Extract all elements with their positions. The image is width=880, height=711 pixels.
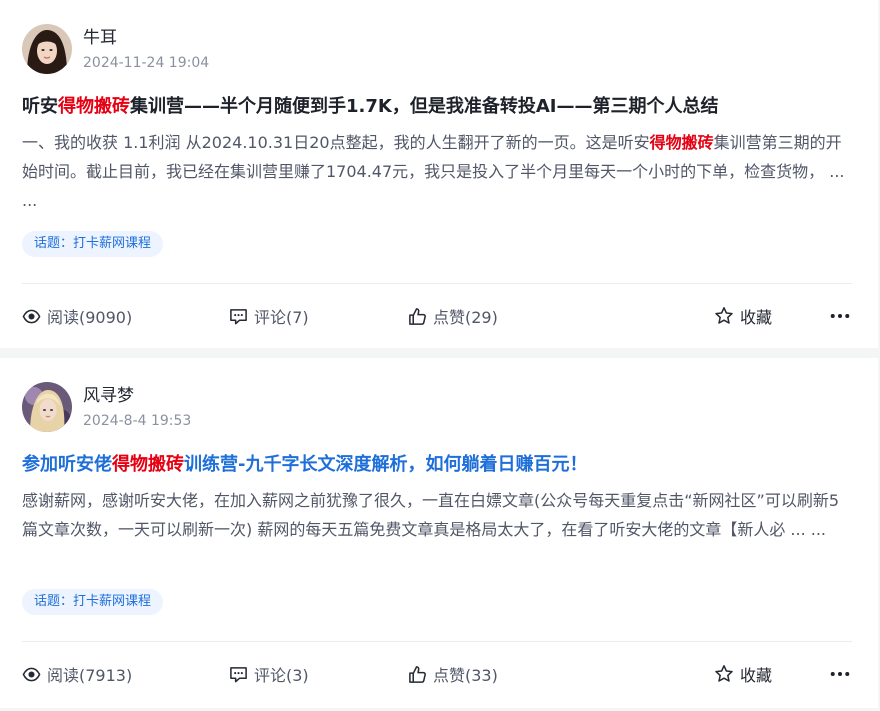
action-bar: 阅读(9090) 评论(7) 点赞(29) 收藏 <box>22 302 860 330</box>
author-block: 牛耳 2024-11-24 19:04 <box>22 24 209 74</box>
comment-icon <box>230 308 247 324</box>
title-text: 参加听安佬 <box>22 454 112 475</box>
avatar[interactable] <box>22 382 72 432</box>
title-keyword: 得物搬砖 <box>112 454 184 475</box>
post-card: 风寻梦 2024-8-4 19:53 参加听安佬得物搬砖训练营-九千字长文深度解… <box>0 358 878 708</box>
favorite-button[interactable]: 收藏 <box>714 660 772 688</box>
comment-label: 评论(3) <box>254 666 309 685</box>
favorite-label: 收藏 <box>740 308 773 327</box>
title-keyword: 得物搬砖 <box>58 96 130 117</box>
thumbs-up-icon <box>409 665 426 683</box>
eye-icon <box>22 667 41 681</box>
star-icon <box>715 665 733 682</box>
favorite-label: 收藏 <box>740 666 773 685</box>
more-button[interactable] <box>830 660 856 688</box>
like-label: 点赞(33) <box>433 666 498 685</box>
read-count[interactable]: 阅读(9090) <box>22 302 132 330</box>
author-name[interactable]: 牛耳 <box>83 27 209 49</box>
comment-button[interactable]: 评论(7) <box>229 302 309 330</box>
comment-label: 评论(7) <box>254 308 309 327</box>
title-text: 训练营-九千字长文深度解析，如何躺着日赚百元！ <box>184 454 588 475</box>
avatar[interactable] <box>22 24 72 74</box>
like-label: 点赞(29) <box>433 308 498 327</box>
author-block: 风寻梦 2024-8-4 19:53 <box>22 382 191 432</box>
comment-icon <box>230 666 247 682</box>
more-button[interactable] <box>830 302 856 330</box>
comment-button[interactable]: 评论(3) <box>229 660 309 688</box>
more-icon <box>830 672 850 676</box>
eye-icon <box>22 309 41 323</box>
title-text: 集训营——半个月随便到手1.7K，但是我准备转投AI——第三期个人总结 <box>130 96 719 117</box>
more-icon <box>830 314 850 318</box>
like-button[interactable]: 点赞(29) <box>408 302 498 330</box>
thumbs-up-icon <box>409 307 426 325</box>
divider <box>22 641 852 642</box>
divider <box>22 283 852 284</box>
post-title[interactable]: 听安得物搬砖集训营——半个月随便到手1.7K，但是我准备转投AI——第三期个人总… <box>22 93 862 121</box>
post-title[interactable]: 参加听安佬得物搬砖训练营-九千字长文深度解析，如何躺着日赚百元！ <box>22 451 862 479</box>
favorite-button[interactable]: 收藏 <box>714 302 772 330</box>
post-time: 2024-8-4 19:53 <box>83 413 192 429</box>
like-button[interactable]: 点赞(33) <box>408 660 498 688</box>
title-text: 听安 <box>22 96 58 117</box>
author-name[interactable]: 风寻梦 <box>83 385 191 407</box>
post-time: 2024-11-24 19:04 <box>83 55 210 71</box>
topic-tag[interactable]: 话题：打卡薪网课程 <box>22 589 164 615</box>
post-excerpt[interactable]: 一、我的收获 1.1利润 从2024.10.31日20点整起，我的人生翻开了新的… <box>22 128 852 215</box>
topic-tag[interactable]: 话题：打卡薪网课程 <box>22 231 164 257</box>
read-count[interactable]: 阅读(7913) <box>22 660 132 688</box>
excerpt-text: 一、我的收获 1.1利润 从2024.10.31日20点整起，我的人生翻开了新的… <box>22 133 650 152</box>
action-bar: 阅读(7913) 评论(3) 点赞(33) 收藏 <box>22 660 860 688</box>
post-excerpt[interactable]: 感谢薪网，感谢听安大佬，在加入薪网之前犹豫了很久，一直在白嫖文章(公众号每天重复… <box>22 486 852 544</box>
post-card: 牛耳 2024-11-24 19:04 听安得物搬砖集训营——半个月随便到手1.… <box>0 0 878 348</box>
star-icon <box>715 307 733 324</box>
excerpt-keyword: 得物搬砖 <box>649 133 714 152</box>
read-label: 阅读(9090) <box>47 308 133 327</box>
read-label: 阅读(7913) <box>47 666 133 685</box>
post-feed: 牛耳 2024-11-24 19:04 听安得物搬砖集训营——半个月随便到手1.… <box>0 0 880 708</box>
